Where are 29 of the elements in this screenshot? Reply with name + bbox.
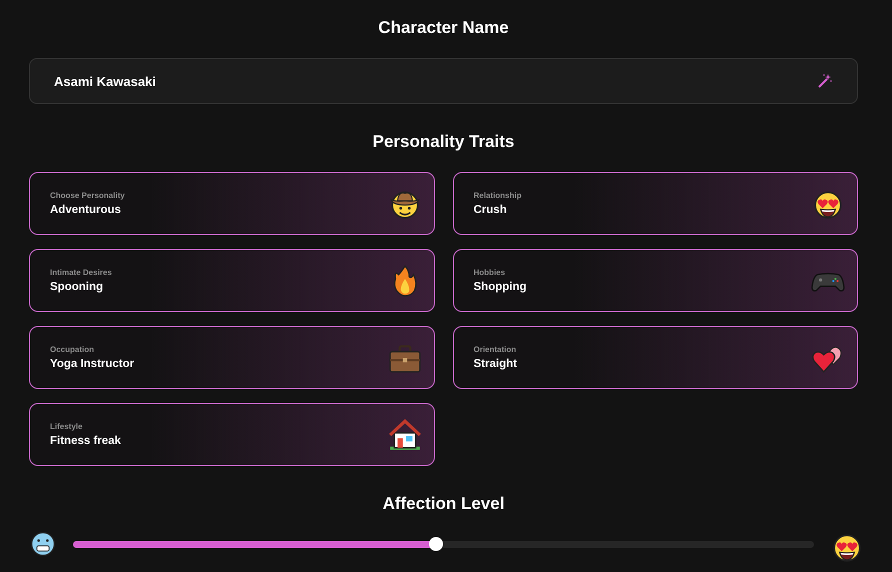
trait-value: Spooning <box>50 281 104 293</box>
trait-selector[interactable]: Hobbies Shopping <box>452 249 858 312</box>
trait-label: Hobbies <box>474 268 506 277</box>
cold-face-icon <box>29 530 57 558</box>
trait-value: Adventurous <box>50 204 122 216</box>
slider-handle[interactable] <box>429 537 444 551</box>
trait-label: Intimate Desires <box>50 268 112 277</box>
trait-selector[interactable]: Choose Personality Adventurous <box>29 172 434 235</box>
trait-label: Choose Personality <box>50 191 125 200</box>
section-title: Personality Traits <box>372 132 516 152</box>
magic-wand-icon[interactable] <box>817 73 833 89</box>
section-title: Character Name <box>377 18 510 38</box>
trait-value: Fitness freak <box>50 435 121 447</box>
name-field[interactable]: Asami Kawasaki <box>29 58 858 104</box>
section-title: Affection Level <box>382 494 506 514</box>
trait-selector[interactable]: Orientation Straight <box>452 326 858 389</box>
trait-selector[interactable]: Relationship Crush <box>452 172 858 235</box>
house-icon <box>388 418 422 452</box>
trait-value: Yoga Instructor <box>50 358 134 370</box>
trait-selector[interactable]: Lifestyle Fitness freak <box>29 403 434 466</box>
trait-selector[interactable]: Intimate Desires Spooning <box>29 249 434 312</box>
trait-value: Straight <box>474 358 517 370</box>
trait-selector[interactable]: Occupation Yoga Instructor <box>29 326 434 389</box>
trait-value: Shopping <box>474 281 527 293</box>
trait-label: Relationship <box>474 191 522 200</box>
trait-label: Occupation <box>50 345 96 354</box>
trait-label: Lifestyle <box>50 422 84 431</box>
trait-value: Crush <box>474 204 508 216</box>
trait-label: Orientation <box>474 345 517 354</box>
